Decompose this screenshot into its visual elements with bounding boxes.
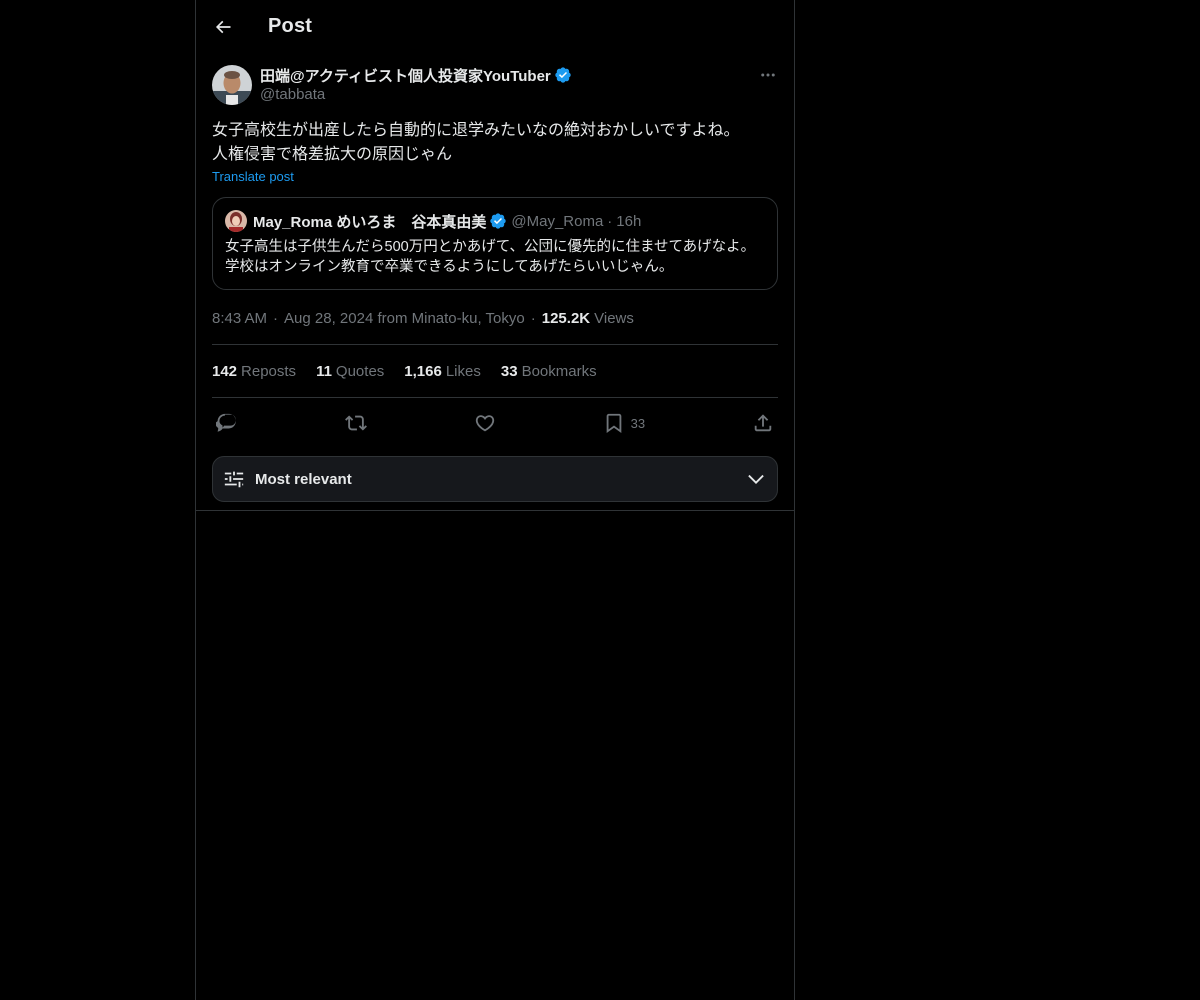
engagement-stats: 142 Reposts 11 Quotes 1,166 Likes 33 Bookmar… [212,345,778,397]
main-column: Post 田端@アクティビスト個人投資家YouTuber @tabbata 女子… [195,0,795,1000]
repost-button[interactable] [344,412,367,434]
sort-label: Most relevant [255,470,352,488]
page-title: Post [268,15,313,37]
translate-post-link[interactable]: Translate post [212,169,294,184]
quoted-post[interactable]: May_Roma めいろま 谷本真由美 @May_Roma · 16h 女子高生… [212,197,778,290]
divider [196,510,794,511]
separator-dot: · [530,309,536,327]
bookmark-icon [606,413,621,434]
stat-likes[interactable]: 1,166 Likes [404,363,481,380]
author-handle[interactable]: @tabbata [260,85,572,105]
back-button[interactable] [212,16,234,38]
chevron-down-icon [745,468,767,490]
reply-button[interactable] [216,412,238,434]
page-header: Post [196,0,794,53]
share-icon [754,414,772,432]
reply-icon [216,413,236,432]
share-button[interactable] [752,412,774,434]
quote-author-handle: @May_Roma [511,212,604,230]
stat-reposts[interactable]: 142 Reposts [212,363,296,380]
post-author: 田端@アクティビスト個人投資家YouTuber @tabbata [212,65,778,105]
author-name[interactable]: 田端@アクティビスト個人投資家YouTuber [260,65,551,86]
sliders-icon [224,471,244,488]
separator-dot: · [273,309,279,327]
divider [212,397,778,398]
author-info: 田端@アクティビスト個人投資家YouTuber @tabbata [260,65,572,105]
post-time[interactable]: 8:43 AM [212,310,267,327]
views-count: 125.2K [541,309,591,327]
bookmark-button[interactable]: 33 [603,412,645,434]
more-options-button[interactable] [758,65,778,85]
post: 田端@アクティビスト個人投資家YouTuber @tabbata 女子高校生が出… [196,65,794,502]
action-bar: 33 [212,400,778,446]
quote-avatar [225,210,247,232]
arrow-left-icon [215,20,231,33]
avatar[interactable] [212,65,252,105]
post-text: 女子高校生が出産したら自動的に退学みたいなの絶対おかしいですよね。 人権侵害で格… [212,122,740,163]
stat-quotes[interactable]: 11 Quotes [316,363,384,380]
post-meta: 8:43 AM · Aug 28, 2024 from Minato-ku, T… [212,308,778,328]
more-horizontal-icon [761,73,775,77]
verified-badge-icon[interactable] [554,66,572,84]
quote-timestamp: 16h [616,212,642,230]
reply-sort-dropdown[interactable]: Most relevant [212,456,778,502]
quote-text: 女子高生は子供生んだら500万円とかあげて、公団に優先的に住ませてあげなよ。学校… [225,239,756,275]
repost-icon [344,415,367,431]
verified-badge-icon [489,212,507,230]
like-button[interactable] [474,412,496,434]
stat-bookmarks[interactable]: 33 Bookmarks [501,363,597,380]
views-label: Views [594,309,634,327]
quote-header: May_Roma めいろま 谷本真由美 @May_Roma · 16h [225,209,765,233]
post-date-location[interactable]: Aug 28, 2024 from Minato-ku, Tokyo [284,310,525,327]
heart-icon [475,415,494,432]
separator-dot: · [607,212,613,230]
quote-author-name: May_Roma めいろま 谷本真由美 [253,213,487,231]
bookmark-count: 33 [630,415,646,431]
